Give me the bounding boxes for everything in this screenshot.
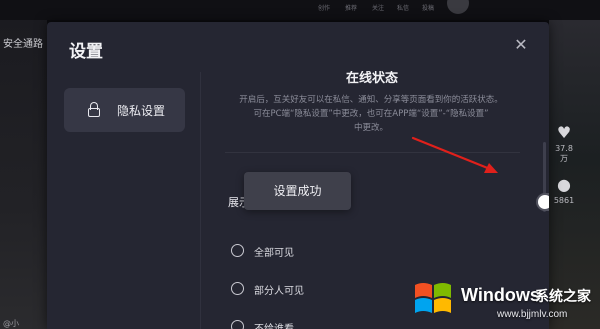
like-action[interactable]: ♥ 37.8万 (553, 124, 575, 164)
section-title: 在线状态 (346, 71, 399, 86)
watermark-url: www.bjjmlv.com (497, 309, 568, 320)
sidebar-item-label: 隐私设置 (117, 104, 166, 118)
description-line: 可在PC端“隐私设置”中更改，也可在APP端“设置”-“隐私设置” (253, 109, 489, 119)
nav-item[interactable]: 投稿 (422, 3, 434, 12)
heart-icon: ♥ (556, 123, 572, 142)
top-navigation-bar: 创作 推荐 关注 私信 投稿 (0, 0, 600, 20)
comment-icon: ● (557, 175, 571, 194)
online-status-toggle[interactable] (536, 193, 549, 211)
windows-logo-icon (415, 283, 451, 313)
option-label: 部分人可见 (254, 286, 304, 297)
nav-item[interactable]: 关注 (372, 3, 384, 12)
watermark-brand: Windows (461, 285, 540, 305)
close-icon: ✕ (514, 35, 528, 54)
dialog-title: 设置 (69, 42, 103, 62)
like-count: 37.8万 (555, 144, 573, 163)
watermark: Windows 系统之家 www.bjjmlv.com (397, 273, 600, 329)
background-video-left (0, 20, 47, 329)
close-button[interactable]: ✕ (511, 35, 531, 55)
radio-button[interactable] (231, 282, 244, 295)
option-label: 不给谁看 (254, 320, 294, 329)
toggle-knob (538, 195, 549, 209)
section-description: 开启后，互关好友可以在私信、通知、分享等页面看到你的活跃状态。 可在PC端“隐私… (201, 93, 541, 135)
avatar[interactable] (447, 0, 469, 14)
option-label: 全部可见 (254, 248, 294, 259)
section-divider (225, 152, 520, 153)
radio-button[interactable] (231, 320, 244, 329)
comment-count: 5861 (553, 196, 575, 205)
nav-item[interactable]: 私信 (397, 3, 409, 12)
video-author: @小 (3, 319, 19, 328)
option-all-visible[interactable]: 全部可见 (201, 240, 541, 262)
description-line: 中更改。 (353, 123, 388, 133)
description-line: 开启后，互关好友可以在私信、通知、分享等页面看到你的活跃状态。 (239, 95, 503, 105)
radio-button[interactable] (231, 244, 244, 257)
video-title: 安全通路 (3, 39, 43, 50)
watermark-site-name: 系统之家 (535, 289, 591, 305)
nav-item[interactable]: 推荐 (345, 3, 357, 12)
sidebar-item-privacy[interactable]: 隐私设置 (64, 88, 185, 132)
nav-item[interactable]: 创作 (318, 3, 330, 12)
lock-icon (87, 101, 101, 119)
comment-action[interactable]: ● 5861 (553, 175, 575, 206)
success-toast: 设置成功 (244, 172, 351, 210)
